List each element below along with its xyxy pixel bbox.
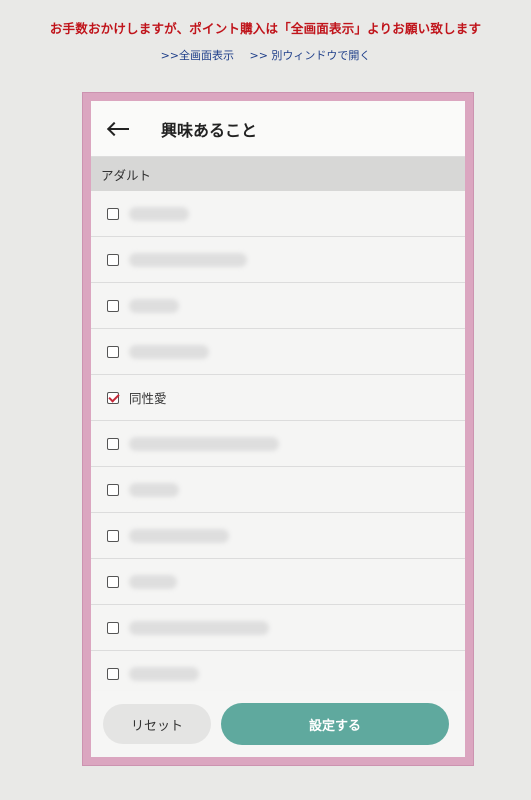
checkbox-checked[interactable] — [107, 391, 119, 404]
checkbox[interactable] — [107, 253, 119, 266]
checkbox[interactable] — [107, 207, 119, 220]
list-item[interactable] — [91, 329, 465, 375]
fullscreen-link[interactable]: >>全画面表示 — [161, 49, 234, 62]
blurred-label — [129, 436, 279, 451]
blurred-label — [129, 206, 189, 221]
blurred-label — [129, 344, 209, 359]
checkbox[interactable] — [107, 437, 119, 450]
blurred-label — [129, 528, 229, 543]
interest-list: 同性愛 — [91, 191, 465, 697]
blurred-label — [129, 574, 177, 589]
checkbox[interactable] — [107, 483, 119, 496]
list-item[interactable] — [91, 191, 465, 237]
action-footer: リセット 設定する — [91, 691, 465, 757]
blurred-label — [129, 620, 269, 635]
blurred-label — [129, 666, 199, 681]
list-item[interactable] — [91, 559, 465, 605]
modal-frame: 興味あること アダルト 同性愛 リセット 設定する — [82, 92, 474, 766]
list-item[interactable] — [91, 513, 465, 559]
blurred-label — [129, 298, 179, 313]
checkbox[interactable] — [107, 621, 119, 634]
list-item[interactable] — [91, 237, 465, 283]
checkbox[interactable] — [107, 345, 119, 358]
blurred-label — [129, 252, 247, 267]
checkbox[interactable] — [107, 299, 119, 312]
window-links: >>全画面表示 >> 別ウィンドウで開く — [0, 47, 531, 63]
purchase-notice: お手数おかけしますが、ポイント購入は「全画面表示」よりお願い致します — [49, 21, 482, 36]
save-settings-button[interactable]: 設定する — [221, 703, 449, 745]
list-item[interactable] — [91, 467, 465, 513]
interests-panel: 興味あること アダルト 同性愛 リセット 設定する — [91, 101, 465, 757]
panel-header: 興味あること — [91, 101, 465, 157]
section-header: アダルト — [91, 157, 465, 191]
item-label: 同性愛 — [129, 391, 167, 406]
list-item[interactable] — [91, 283, 465, 329]
list-item[interactable] — [91, 605, 465, 651]
new-window-link[interactable]: >> 別ウィンドウで開く — [250, 49, 371, 62]
blurred-label — [129, 482, 179, 497]
checkbox[interactable] — [107, 667, 119, 680]
checkbox[interactable] — [107, 575, 119, 588]
back-arrow-icon[interactable] — [107, 119, 131, 139]
reset-button[interactable]: リセット — [103, 704, 211, 744]
list-item[interactable] — [91, 421, 465, 467]
list-item-same-sex[interactable]: 同性愛 — [91, 375, 465, 421]
page-title: 興味あること — [161, 120, 258, 140]
checkbox[interactable] — [107, 529, 119, 542]
